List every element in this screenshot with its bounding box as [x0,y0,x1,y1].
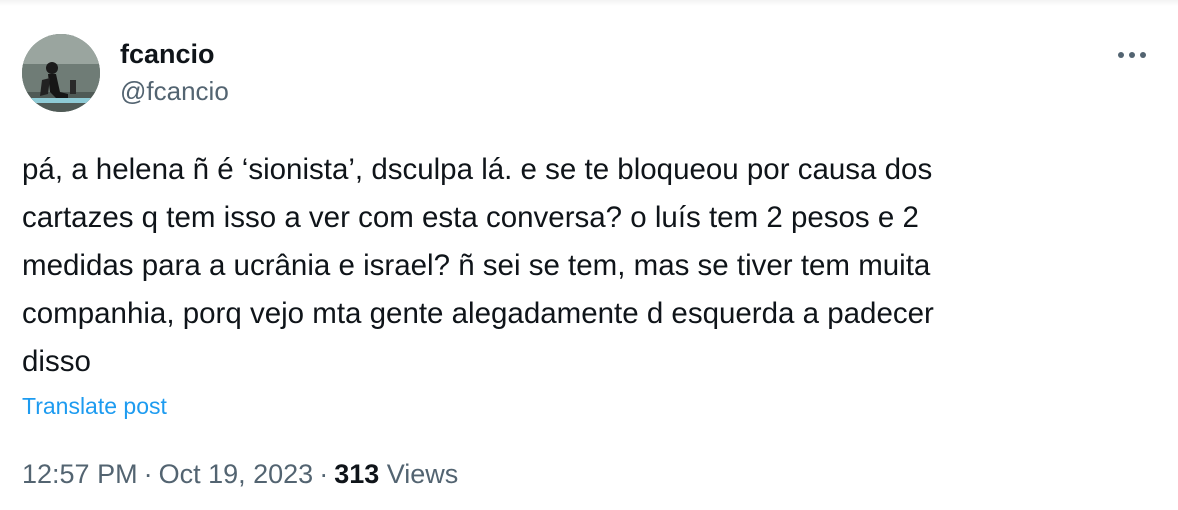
tweet-metadata: 12:57 PM · Oct 19, 2023 · 313 Views [22,458,458,490]
avatar-image [22,34,100,112]
separator: · [143,459,153,489]
author-handle[interactable]: @fcancio [120,74,229,108]
top-edge [0,0,1178,6]
avatar[interactable] [22,34,100,112]
translate-post-link[interactable]: Translate post [22,392,167,420]
author-block: fcancio @fcancio [120,38,229,108]
separator: · [319,459,329,489]
author-display-name[interactable]: fcancio [120,38,229,70]
post-time[interactable]: 12:57 PM [22,459,138,489]
tweet-text: pá, a helena ñ é ‘sionista’, dsculpa lá.… [22,153,934,378]
ellipsis-icon [1118,52,1146,58]
post-date[interactable]: Oct 19, 2023 [159,459,314,489]
more-options-button[interactable] [1112,42,1152,68]
views-label: Views [386,459,459,489]
views-count: 313 [334,459,380,489]
